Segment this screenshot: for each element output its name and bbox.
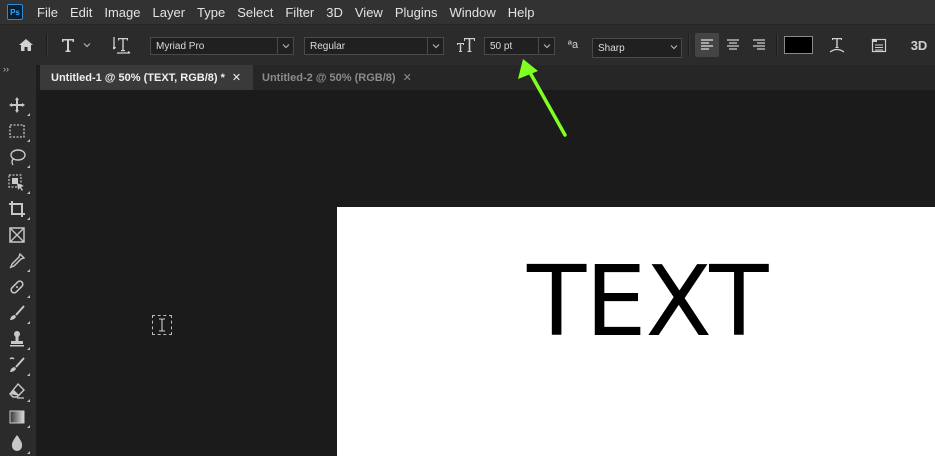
text-color-fill — [783, 36, 813, 54]
menu-filter[interactable]: Filter — [279, 5, 320, 20]
align-left-button[interactable] — [695, 33, 719, 57]
lasso-tool-icon[interactable] — [6, 146, 30, 168]
blur-tool-icon[interactable] — [6, 432, 30, 454]
close-icon[interactable]: ✕ — [232, 71, 241, 84]
toggle-text-orientation-icon[interactable] — [110, 25, 136, 65]
text-cursor-icon — [152, 315, 172, 335]
clone-stamp-tool-icon[interactable] — [6, 328, 30, 350]
tab-label: Untitled-2 @ 50% (RGB/8) — [262, 71, 396, 84]
document-canvas[interactable]: TEXT — [337, 207, 935, 456]
photoshop-logo[interactable]: Ps — [7, 4, 23, 20]
chevron-down-icon — [666, 39, 681, 55]
marquee-tool-icon[interactable] — [6, 120, 30, 142]
text-color-swatch[interactable] — [783, 25, 813, 65]
font-size-value: 50 pt — [490, 40, 513, 52]
align-right-button[interactable] — [748, 25, 770, 65]
history-brush-tool-icon[interactable] — [6, 354, 30, 376]
frame-tool-icon[interactable] — [6, 224, 28, 246]
font-family-value: Myriad Pro — [156, 40, 205, 52]
align-right-icon — [753, 39, 765, 50]
tab-label: Untitled-1 @ 50% (TEXT, RGB/8) * — [51, 71, 225, 84]
object-selection-tool-icon[interactable] — [6, 172, 30, 194]
healing-brush-tool-icon[interactable] — [6, 276, 30, 298]
brush-tool-icon[interactable] — [6, 302, 30, 324]
menu-bar: Ps File Edit Image Layer Type Select Fil… — [0, 0, 935, 24]
type-tool-preset-picker[interactable] — [56, 25, 96, 65]
character-panel-icon[interactable] — [868, 25, 890, 65]
document-tab-bar: Untitled-1 @ 50% (TEXT, RGB/8) * ✕ Untit… — [40, 65, 935, 90]
chevron-down-icon — [427, 38, 443, 54]
chevron-down-icon — [538, 38, 554, 54]
collapse-panel-icon[interactable]: ›› — [3, 64, 9, 74]
eyedropper-tool-icon[interactable] — [6, 250, 30, 272]
move-tool-icon[interactable] — [6, 94, 30, 116]
font-family-select[interactable]: Myriad Pro — [150, 37, 294, 55]
menu-layer[interactable]: Layer — [147, 5, 192, 20]
antialias-value: Sharp — [598, 42, 625, 54]
menu-plugins[interactable]: Plugins — [389, 5, 444, 20]
home-icon[interactable] — [14, 25, 38, 65]
text-layer-content[interactable]: TEXT — [527, 253, 769, 350]
chevron-down-icon — [277, 38, 293, 54]
align-left-icon — [701, 39, 713, 50]
crop-tool-icon[interactable] — [6, 198, 30, 220]
canvas-workspace[interactable]: TEXT — [37, 90, 935, 456]
menu-image[interactable]: Image — [98, 5, 146, 20]
antialias-select[interactable]: Sharp — [592, 38, 682, 58]
3d-button[interactable]: 3D — [906, 25, 932, 65]
close-icon[interactable]: ✕ — [403, 71, 412, 84]
tab-untitled-1[interactable]: Untitled-1 @ 50% (TEXT, RGB/8) * ✕ — [40, 65, 253, 90]
menu-view[interactable]: View — [349, 5, 389, 20]
menu-edit[interactable]: Edit — [64, 5, 98, 20]
warp-text-icon[interactable] — [826, 25, 848, 65]
menu-window[interactable]: Window — [443, 5, 501, 20]
font-size-icon — [454, 25, 478, 65]
options-bar: Myriad Pro Regular 50 pt ªa Sharp 3D — [0, 24, 935, 66]
menu-3d[interactable]: 3D — [320, 5, 349, 20]
menu-select[interactable]: Select — [231, 5, 279, 20]
menu-file[interactable]: File — [31, 5, 64, 20]
font-style-select[interactable]: Regular — [304, 37, 444, 55]
tab-untitled-2[interactable]: Untitled-2 @ 50% (RGB/8) ✕ — [253, 65, 423, 90]
font-style-value: Regular — [310, 40, 346, 52]
align-center-button[interactable] — [722, 25, 744, 65]
gradient-tool-icon[interactable] — [6, 406, 30, 428]
tools-panel: ›› — [0, 64, 37, 456]
type-tool-icon — [62, 39, 74, 52]
chevron-down-icon — [83, 43, 91, 48]
eraser-tool-icon[interactable] — [6, 380, 30, 402]
menu-help[interactable]: Help — [502, 5, 541, 20]
align-center-icon — [727, 39, 739, 50]
annotation-arrow-icon — [518, 59, 567, 137]
menu-type[interactable]: Type — [191, 5, 231, 20]
font-size-field[interactable]: 50 pt — [484, 37, 555, 55]
